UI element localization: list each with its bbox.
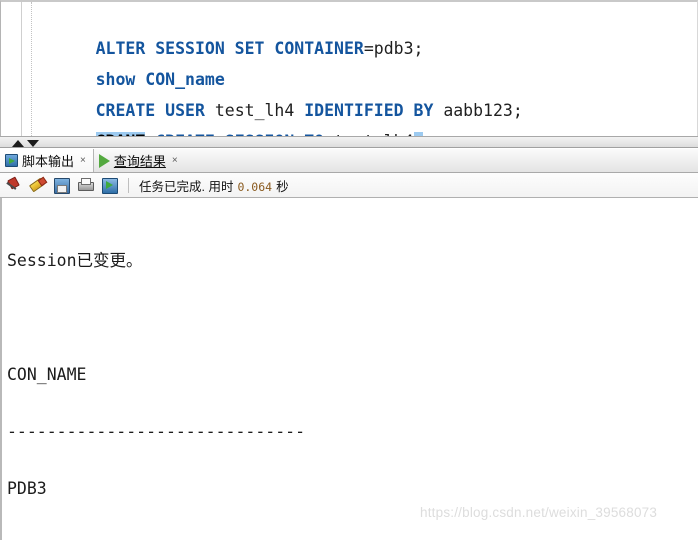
code-token-identifier: test_lh4 <box>214 101 305 120</box>
save-icon[interactable] <box>52 176 70 194</box>
status-suffix: 秒 <box>276 179 289 194</box>
output-line: Session已变更。 <box>7 251 143 270</box>
code-token-keyword: CREATE USER <box>95 101 215 120</box>
status-elapsed-value: 0.064 <box>237 179 273 194</box>
pushpin-icon[interactable] <box>4 176 22 194</box>
tab-script-output[interactable]: 脚本输出 × <box>0 149 94 172</box>
editor-line-gutter <box>1 2 22 136</box>
tab-query-result-close-icon[interactable]: × <box>172 155 178 166</box>
code-token-keyword: ALTER SESSION SET CONTAINER <box>95 39 364 58</box>
triangle-down-icon[interactable] <box>27 139 39 147</box>
play-icon <box>98 153 110 168</box>
splitter-collapse-controls[interactable] <box>12 138 39 148</box>
output-toolbar: 任务已完成. 用时 0.064 秒 <box>0 173 698 198</box>
status-prefix: 任务已完成. 用时 <box>139 179 234 194</box>
tab-query-result-label: 查询结果 <box>113 154 166 169</box>
csdn-watermark: https://blog.csdn.net/weixin_39568073 <box>420 505 658 520</box>
tab-query-result[interactable]: 查询结果 × <box>94 149 185 172</box>
editor-bookmark-gutter <box>22 2 30 136</box>
pane-splitter[interactable] <box>0 136 698 148</box>
run-script-icon[interactable] <box>100 176 118 194</box>
print-icon[interactable] <box>76 176 94 194</box>
triangle-up-icon[interactable] <box>12 139 24 147</box>
script-output-text: Session已变更。 CON_NAME -------------------… <box>2 198 698 540</box>
code-token-keyword: show CON_name <box>95 70 225 89</box>
eraser-icon[interactable] <box>28 176 46 194</box>
sql-code-area[interactable]: ALTER SESSION SET CONTAINER=pdb3; show C… <box>31 2 697 136</box>
sql-worksheet-editor[interactable]: ALTER SESSION SET CONTAINER=pdb3; show C… <box>0 0 698 136</box>
output-tab-bar: 脚本输出 × 查询结果 × <box>0 149 698 173</box>
script-output-icon <box>5 154 18 167</box>
code-token-value: aabb123; <box>443 101 523 120</box>
output-line: PDB3 <box>7 479 47 498</box>
code-token-value: =pdb3; <box>363 39 424 58</box>
tab-script-output-label: 脚本输出 <box>22 154 75 169</box>
code-token-keyword: IDENTIFIED BY <box>304 101 444 120</box>
code-line-1[interactable]: ALTER SESSION SET CONTAINER=pdb3; <box>36 2 697 58</box>
script-output-pane[interactable]: Session已变更。 CON_NAME -------------------… <box>0 198 698 540</box>
status-bar: 任务已完成. 用时 0.064 秒 <box>139 176 289 195</box>
output-line: CON_NAME <box>7 365 87 384</box>
tab-script-output-close-icon[interactable]: × <box>80 155 86 166</box>
output-separator-line: ------------------------------ <box>7 422 306 441</box>
toolbar-separator <box>128 177 129 193</box>
